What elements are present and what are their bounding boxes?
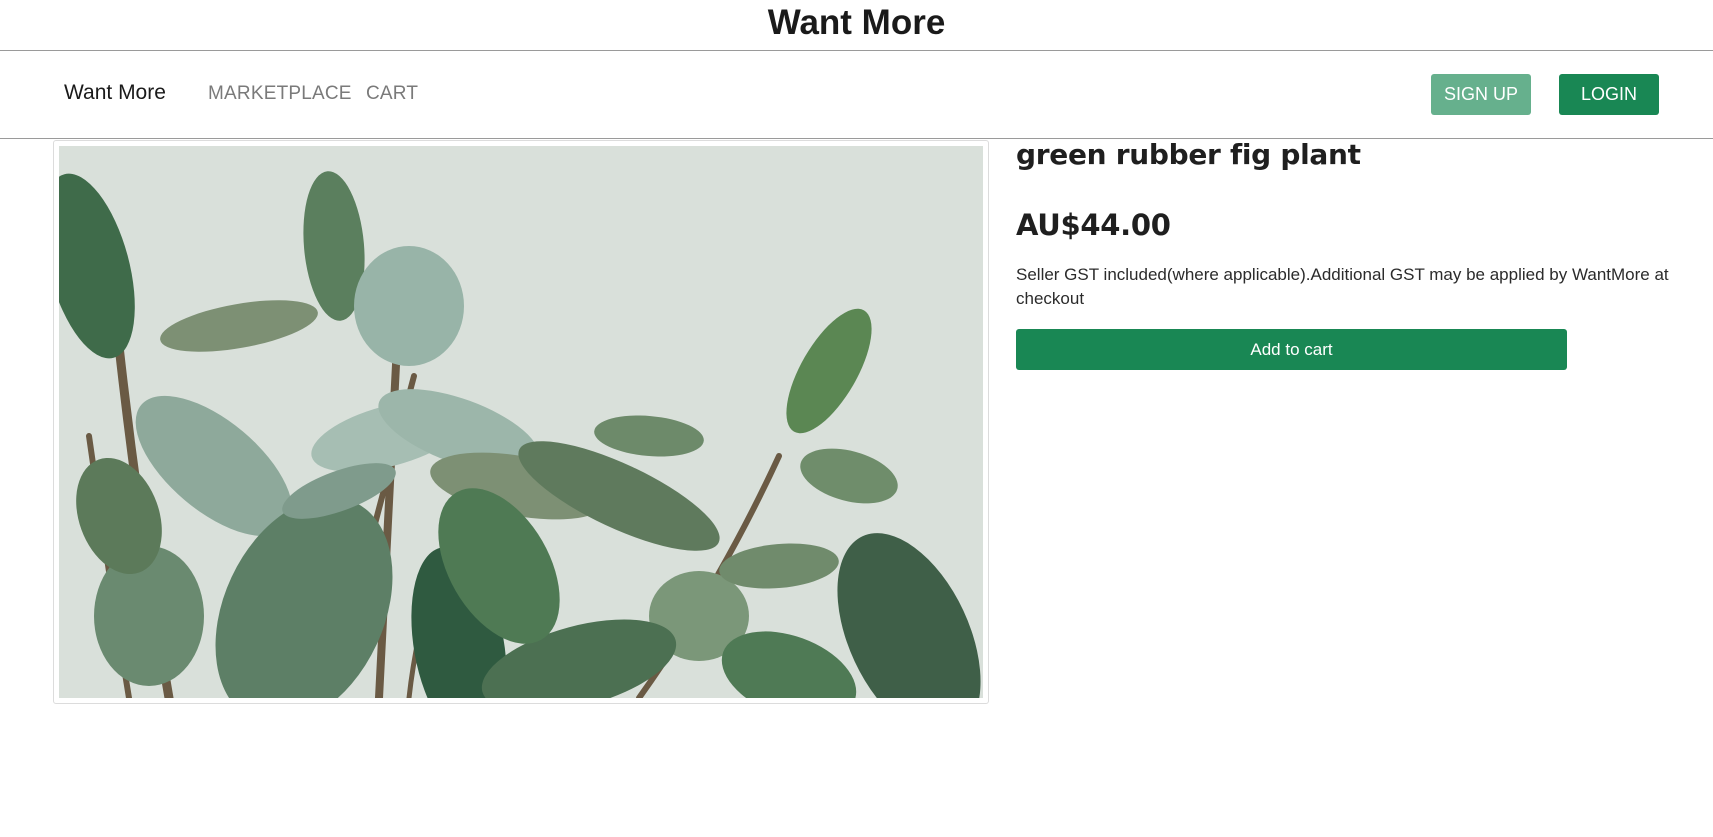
nav-link-marketplace[interactable]: MARKETPLACE xyxy=(208,83,352,105)
product-price: AU$44.00 xyxy=(1016,208,1171,242)
navbar: Want More MARKETPLACE CART SIGN UP LOGIN xyxy=(0,51,1713,139)
site-title: Want More xyxy=(767,3,946,42)
brand-link[interactable]: Want More xyxy=(64,81,166,105)
gst-note: Seller GST included(where applicable).Ad… xyxy=(1016,265,1669,308)
login-button[interactable]: LOGIN xyxy=(1559,74,1659,115)
product-title: green rubber fig plant xyxy=(1016,138,1361,171)
nav-link-cart[interactable]: CART xyxy=(366,83,418,105)
add-to-cart-button[interactable]: Add to cart xyxy=(1016,329,1567,370)
signup-button[interactable]: SIGN UP xyxy=(1431,74,1531,115)
product-image xyxy=(59,146,983,698)
product-image-frame xyxy=(53,140,989,704)
top-banner: Want More xyxy=(0,0,1713,51)
